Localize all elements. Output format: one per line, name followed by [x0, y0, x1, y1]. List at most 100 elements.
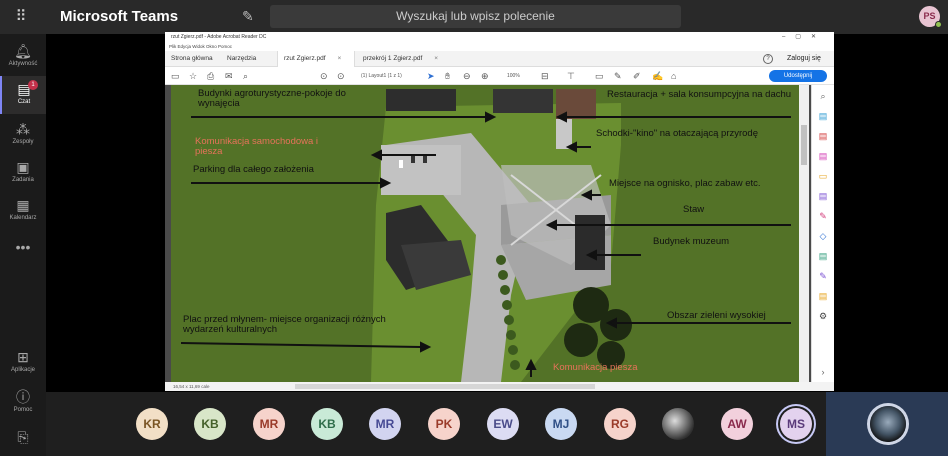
tab-home[interactable]: Strona główna [165, 51, 219, 67]
star-icon[interactable]: ☆ [189, 70, 197, 82]
search-icon[interactable]: ⌕ [243, 70, 248, 82]
cursor-icon[interactable]: ➤ [427, 70, 435, 82]
vertical-scrollbar[interactable] [799, 85, 809, 382]
participant-avatar[interactable]: EW [487, 408, 519, 440]
page-up-icon[interactable]: ⊙ [320, 70, 328, 82]
rail-item-label: Zespoły [12, 139, 34, 145]
plan-label: Komunikacja piesza [553, 362, 638, 373]
rail-item-apps[interactable]: ⊞ Aplikacje [0, 344, 46, 382]
download-icon: ⎘ [17, 429, 29, 445]
participant-avatar[interactable]: RG [604, 408, 636, 440]
status-bar: 16,54 x 11,69 cale [165, 382, 834, 391]
create-pdf-icon[interactable]: ▤ [818, 131, 828, 141]
comment-icon[interactable]: ▭ [818, 171, 828, 181]
edit-pdf-icon[interactable]: ▤ [818, 151, 828, 161]
rail-item-activity[interactable]: 🔔︎ Aktywność [0, 38, 46, 76]
plan-label: Budynki agroturystyczne-pokoje do wynaję… [198, 88, 346, 109]
scan-icon[interactable]: ▤ [818, 291, 828, 301]
page-down-icon[interactable]: ⊙ [337, 70, 345, 82]
close-icon[interactable]: × [434, 55, 438, 62]
more-tools-icon[interactable]: ⚙ [818, 311, 828, 321]
rail-item-tasks[interactable]: ▣ Zadania [0, 154, 46, 192]
zoom-out-icon[interactable]: ⊖ [463, 70, 471, 82]
participant-avatar[interactable]: KB [311, 408, 343, 440]
sign-in-link[interactable]: Zaloguj się [787, 51, 821, 67]
participant-avatar[interactable]: MJ [545, 408, 577, 440]
more-apps-button[interactable]: ••• [0, 234, 46, 256]
participant-avatar[interactable]: MR [253, 408, 285, 440]
plan-label: Parking dla całego założenia [193, 164, 314, 175]
zoom-level[interactable]: 100% [507, 71, 520, 81]
plan-label: Komunikacja samochodowa i piesza [195, 136, 319, 157]
zoom-icon[interactable]: ⌕ [818, 91, 828, 101]
teams-icon: ⁂ [16, 121, 30, 137]
save-icon[interactable]: ▭ [171, 70, 180, 82]
rail-item-label: Czat [17, 99, 31, 105]
tab-document-2[interactable]: przekrój 1 Zgierz.pdf × [357, 51, 447, 67]
participant-avatar[interactable]: AW [721, 408, 753, 440]
zoom-in-icon[interactable]: ⊕ [481, 70, 489, 82]
horizontal-scrollbar[interactable] [295, 384, 595, 389]
print-icon[interactable]: ⎙ [207, 70, 214, 82]
plan-label: Obszar zieleni wysokiej [667, 310, 766, 321]
menu-bar[interactable]: Plik Edycja Widok Okno Pomoc [165, 42, 834, 51]
page-indicator[interactable]: (1) Layout1 (1 z 1) [361, 71, 402, 81]
new-chat-icon[interactable]: ✎ [242, 8, 254, 25]
collapse-pane-icon[interactable]: › [818, 367, 828, 377]
ellipsis-icon: ••• [15, 239, 31, 255]
combine-icon[interactable]: ▤ [818, 191, 828, 201]
tag-icon[interactable]: ⌂ [671, 70, 676, 82]
tab-document[interactable]: rzut Zgierz.pdf × [277, 51, 355, 67]
scroll-mode-icon[interactable]: ⊤ [567, 70, 575, 82]
app-title: Microsoft Teams [60, 8, 179, 25]
close-icon[interactable]: × [338, 55, 342, 62]
plan-label: Staw [683, 204, 705, 215]
apps-icon: ⊞ [17, 349, 29, 365]
participant-gallery: KR KB MR KB MR PK EW MJ RG AW MS [46, 392, 826, 456]
site-plan-page: Budynki agroturystyczne-pokoje do wynaję… [171, 85, 799, 382]
rail-item-label: Aplikacje [10, 367, 35, 373]
export-pdf-icon[interactable]: ▤ [818, 111, 828, 121]
rail-item-help[interactable]: ⓘ Pomoc [0, 384, 46, 422]
device-button[interactable]: ⎘ [0, 424, 46, 452]
teams-window: ⠿ Microsoft Teams ✎ Wyszukaj lub wpisz p… [0, 0, 948, 456]
hand-icon[interactable]: ✋︎ [445, 70, 450, 82]
scrollbar-thumb[interactable] [801, 125, 807, 165]
participant-avatar[interactable]: KR [136, 408, 168, 440]
acrobat-window: rzut Zgierz.pdf - Adobe Acrobat Reader D… [165, 32, 834, 391]
tools-pane: ⌕ ▤ ▤ ▤ ▭ ▤ ✎ ◇ ▤ ✎ ▤ ⚙ › [811, 85, 834, 382]
send-sign-icon[interactable]: ✎ [818, 271, 828, 281]
tab-bar: Strona główna Narzędzia rzut Zgierz.pdf ×… [165, 51, 834, 67]
window-controls[interactable]: –▢✕ [782, 32, 826, 42]
plan-label: Plac przed młynem- miejsce organizacji r… [183, 314, 386, 335]
tab-tools[interactable]: Narzędzia [221, 51, 262, 67]
rail-item-chat[interactable]: ▤ 1 Czat [0, 76, 46, 114]
highlight-icon[interactable]: ✐ [633, 70, 641, 82]
pen-icon[interactable]: ✎ [614, 70, 622, 82]
comment-icon[interactable]: ▭ [595, 70, 604, 82]
search-input[interactable]: Wyszukaj lub wpisz polecenie [270, 5, 681, 28]
window-title: rzut Zgierz.pdf - Adobe Acrobat Reader D… [165, 32, 834, 42]
fit-page-icon[interactable]: ⊟ [541, 70, 549, 82]
share-button[interactable]: Udostępnij [769, 70, 827, 82]
help-icon[interactable]: ? [763, 54, 773, 64]
self-view-face [870, 406, 906, 442]
app-rail: 🔔︎ Aktywność ▤ 1 Czat ⁂ Zespoły ▣ Zadani… [0, 34, 46, 456]
self-view-video[interactable] [826, 392, 948, 456]
fill-sign-icon[interactable]: ✎ [818, 211, 828, 221]
participant-avatar[interactable]: MR [369, 408, 401, 440]
participant-avatar[interactable]: MS [780, 408, 812, 440]
compress-icon[interactable]: ▤ [818, 251, 828, 261]
mail-icon[interactable]: ✉ [225, 70, 233, 82]
app-launcher-icon[interactable]: ⠿ [12, 8, 30, 26]
protect-icon[interactable]: ◇ [818, 231, 828, 241]
tasks-icon: ▣ [16, 159, 30, 175]
sign-icon[interactable]: ✍ [652, 70, 663, 82]
rail-item-teams[interactable]: ⁂ Zespoły [0, 116, 46, 154]
rail-item-calendar[interactable]: ▦ Kalendarz [0, 192, 46, 230]
participant-photo[interactable] [662, 408, 694, 440]
participant-avatar[interactable]: KB [194, 408, 226, 440]
tab-document-label: przekrój 1 Zgierz.pdf [363, 55, 423, 62]
toolbar: ▭ ☆ ⎙ ✉ ⌕ ⊙ ⊙ (1) Layout1 (1 z 1) ➤ ✋︎ ⊖… [165, 67, 834, 85]
participant-avatar[interactable]: PK [428, 408, 460, 440]
